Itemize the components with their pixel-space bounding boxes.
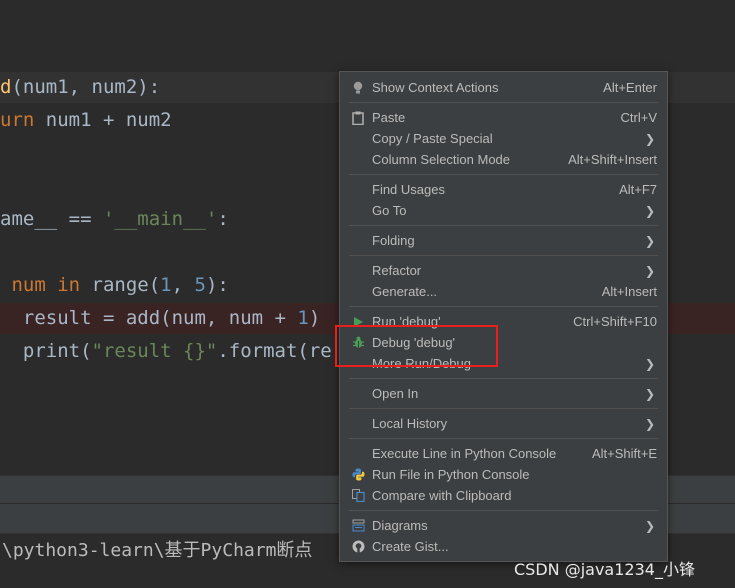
lightbulb-icon bbox=[351, 81, 365, 95]
menu-item-label: Create Gist... bbox=[372, 539, 449, 554]
menu-item-more-run-debug[interactable]: More Run/Debug ❯ bbox=[340, 353, 667, 374]
code-token: ): bbox=[205, 274, 229, 296]
menu-item-refactor[interactable]: Refactor ❯ bbox=[340, 260, 667, 281]
chevron-right-icon: ❯ bbox=[644, 203, 655, 218]
menu-item-execute-line[interactable]: Execute Line in Python Console Alt+Shift… bbox=[340, 443, 667, 464]
code-token: num1 + num2 bbox=[34, 109, 172, 131]
menu-item-open-in[interactable]: Open In ❯ bbox=[340, 383, 667, 404]
code-token: 5 bbox=[194, 274, 206, 296]
menu-item-run-file-console[interactable]: Run File in Python Console bbox=[340, 464, 667, 485]
chevron-right-icon: ❯ bbox=[644, 233, 655, 248]
menu-item-debug-debug[interactable]: Debug 'debug' bbox=[340, 332, 667, 353]
menu-item-paste[interactable]: Paste Ctrl+V bbox=[340, 107, 667, 128]
code-token: urn bbox=[0, 109, 35, 131]
code-token: .format(re bbox=[217, 340, 332, 362]
watermark: CSDN @java1234_小锋 bbox=[514, 560, 695, 579]
menu-separator bbox=[349, 225, 658, 226]
menu-item-local-history[interactable]: Local History ❯ bbox=[340, 413, 667, 434]
menu-item-label: Compare with Clipboard bbox=[372, 488, 512, 503]
code-token: 1 bbox=[297, 307, 309, 329]
path-text: \python3-learn\基于PyCharm断点 bbox=[2, 540, 313, 561]
code-token: d bbox=[0, 76, 12, 98]
menu-item-shortcut: Alt+Shift+E bbox=[591, 446, 657, 461]
code-token: (num1, num2): bbox=[11, 76, 161, 98]
menu-item-shortcut: Ctrl+Shift+F10 bbox=[573, 314, 657, 329]
menu-item-shortcut: Alt+Enter bbox=[603, 80, 657, 95]
code-token: : bbox=[217, 208, 229, 230]
menu-item-generate[interactable]: Generate... Alt+Insert bbox=[340, 281, 667, 302]
github-icon bbox=[351, 540, 365, 554]
menu-item-label: Local History bbox=[372, 416, 448, 431]
compare-icon bbox=[351, 489, 365, 503]
menu-item-show-context-actions[interactable]: Show Context Actions Alt+Enter bbox=[340, 77, 667, 98]
menu-item-shortcut: Ctrl+V bbox=[620, 110, 657, 125]
chevron-right-icon: ❯ bbox=[644, 386, 655, 401]
menu-item-label: Find Usages bbox=[372, 182, 445, 197]
menu-separator bbox=[349, 438, 658, 439]
menu-item-label: Debug 'debug' bbox=[372, 335, 456, 350]
code-token: range( bbox=[80, 274, 161, 296]
menu-item-label: Folding bbox=[372, 233, 415, 248]
menu-item-create-gist[interactable]: Create Gist... bbox=[340, 536, 667, 557]
context-menu: Show Context Actions Alt+Enter Paste Ctr… bbox=[339, 71, 668, 562]
code-token: ) bbox=[308, 307, 321, 329]
code-token: 1 bbox=[160, 274, 172, 296]
menu-separator bbox=[349, 306, 658, 307]
code-token: result = add(num, num + bbox=[0, 307, 298, 329]
menu-item-shortcut: Alt+F7 bbox=[619, 182, 657, 197]
chevron-right-icon: ❯ bbox=[644, 356, 655, 371]
menu-item-copy-paste-special[interactable]: Copy / Paste Special ❯ bbox=[340, 128, 667, 149]
menu-item-label: Run 'debug' bbox=[372, 314, 441, 329]
menu-item-diagrams[interactable]: Diagrams ❯ bbox=[340, 515, 667, 536]
chevron-right-icon: ❯ bbox=[644, 518, 655, 533]
code-token: , bbox=[171, 274, 195, 296]
code-token: '__main__' bbox=[102, 208, 218, 230]
code-token: "result {}" bbox=[91, 340, 218, 362]
code-token: print( bbox=[0, 340, 92, 362]
menu-item-label: Go To bbox=[372, 203, 407, 218]
menu-item-label: Column Selection Mode bbox=[372, 152, 511, 167]
menu-item-compare-clipboard[interactable]: Compare with Clipboard bbox=[340, 485, 667, 506]
python-logo-icon bbox=[351, 468, 365, 482]
code-token: num bbox=[0, 274, 58, 296]
menu-item-label: Execute Line in Python Console bbox=[372, 446, 557, 461]
menu-item-find-usages[interactable]: Find Usages Alt+F7 bbox=[340, 179, 667, 200]
menu-item-label: More Run/Debug bbox=[372, 356, 471, 371]
clipboard-icon bbox=[351, 111, 365, 125]
menu-item-go-to[interactable]: Go To ❯ bbox=[340, 200, 667, 221]
menu-item-shortcut: Alt+Insert bbox=[601, 284, 657, 299]
menu-item-label: Refactor bbox=[372, 263, 422, 278]
menu-item-label: Run File in Python Console bbox=[372, 467, 530, 482]
menu-separator bbox=[349, 408, 658, 409]
run-icon bbox=[351, 315, 365, 329]
menu-separator bbox=[349, 510, 658, 511]
menu-separator bbox=[349, 255, 658, 256]
diagram-icon bbox=[351, 519, 365, 533]
menu-item-column-selection-mode[interactable]: Column Selection Mode Alt+Shift+Insert bbox=[340, 149, 667, 170]
code-token: ame__ == bbox=[0, 208, 103, 230]
menu-item-label: Diagrams bbox=[372, 518, 428, 533]
chevron-right-icon: ❯ bbox=[644, 263, 655, 278]
menu-separator bbox=[349, 378, 658, 379]
menu-item-label: Generate... bbox=[372, 284, 438, 299]
menu-item-run-debug[interactable]: Run 'debug' Ctrl+Shift+F10 bbox=[340, 311, 667, 332]
menu-item-label: Show Context Actions bbox=[372, 80, 499, 95]
menu-item-label: Open In bbox=[372, 386, 419, 401]
chevron-right-icon: ❯ bbox=[644, 416, 655, 431]
chevron-right-icon: ❯ bbox=[644, 131, 655, 146]
menu-item-folding[interactable]: Folding ❯ bbox=[340, 230, 667, 251]
menu-separator bbox=[349, 102, 658, 103]
menu-item-label: Paste bbox=[372, 110, 406, 125]
menu-item-label: Copy / Paste Special bbox=[372, 131, 493, 146]
menu-separator bbox=[349, 174, 658, 175]
debug-bug-icon bbox=[351, 336, 365, 350]
menu-item-shortcut: Alt+Shift+Insert bbox=[568, 152, 657, 167]
code-token: in bbox=[57, 274, 81, 296]
